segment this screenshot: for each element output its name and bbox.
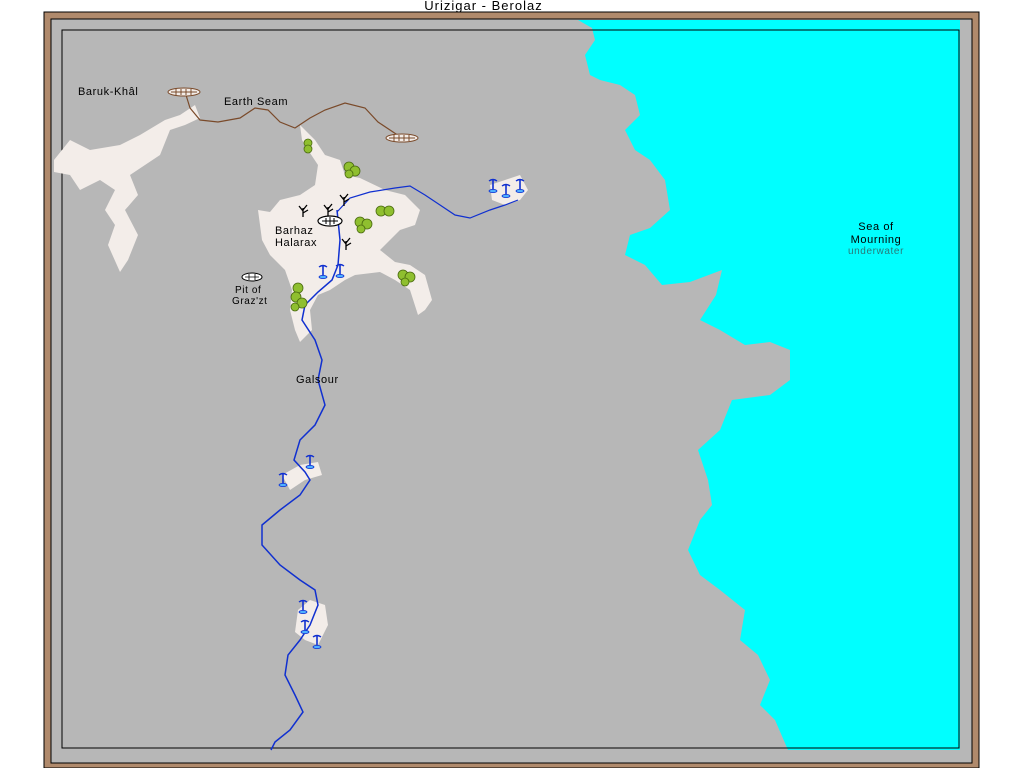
tunnel-icon [167, 87, 201, 97]
label-barhaz-line2: Halarax [275, 237, 317, 249]
tree-icon [303, 138, 313, 154]
label-sea-line2: Mourning [851, 234, 902, 246]
label-pit-line2: Graz'zt [232, 296, 268, 307]
label-sea-note: underwater [848, 246, 904, 257]
label-earth-seam: Earth Seam [224, 96, 288, 108]
settlement-icon [317, 215, 343, 227]
tunnel-icon [385, 133, 419, 143]
label-baruk-khal: Baruk-Khâl [78, 86, 138, 98]
tree-icon [375, 205, 395, 217]
label-galsour: Galsour [296, 374, 339, 386]
pit-icon [241, 272, 263, 282]
label-barhaz-line1: Barhaz [275, 225, 313, 237]
label-pit-line1: Pit of [235, 285, 261, 296]
map-canvas: Baruk-Khâl Earth Seam Barhaz Halarax Pit… [43, 11, 980, 768]
label-sea-line1: Sea of [858, 221, 894, 233]
